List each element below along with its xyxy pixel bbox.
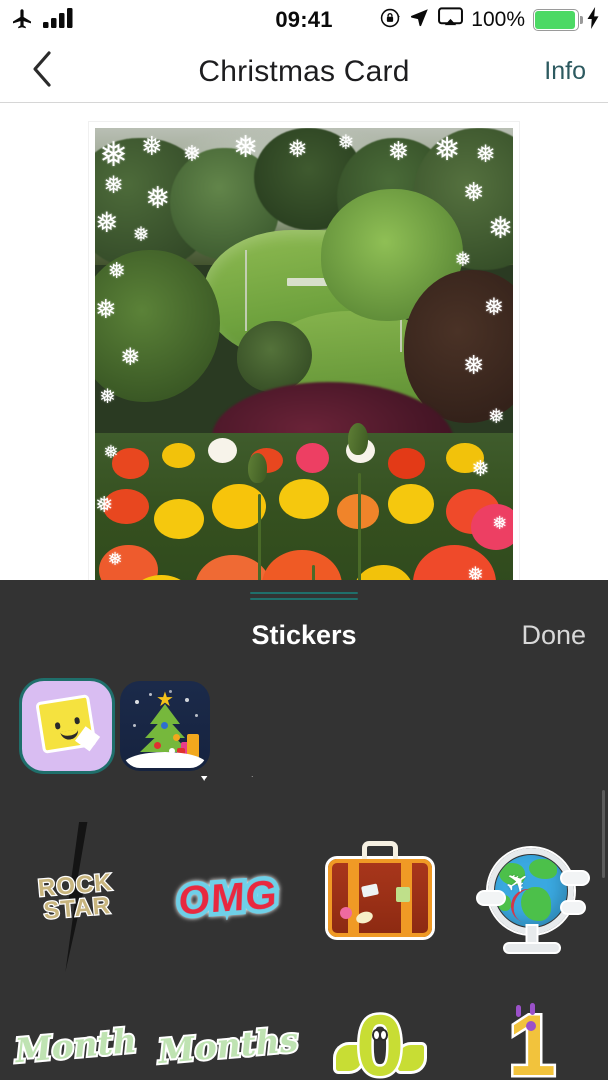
snow-dot xyxy=(133,724,136,727)
tree-ornament xyxy=(161,722,168,729)
photo-flower xyxy=(387,448,426,479)
sticker-rock-star[interactable]: ROCK STAR xyxy=(0,822,152,972)
sticker-pack-christmas-tree[interactable]: ★ xyxy=(120,681,210,771)
photo-stem xyxy=(312,564,316,580)
photo-lamp-post xyxy=(245,249,248,332)
panel-title: Stickers xyxy=(251,619,357,650)
cloud-icon xyxy=(562,902,584,913)
drag-handle-line xyxy=(250,592,358,594)
photo-poppy-bud xyxy=(247,453,267,484)
photo-flower xyxy=(471,503,513,550)
status-bar-clock: 09:41 xyxy=(275,7,333,32)
sticker-omg[interactable]: OMG xyxy=(152,828,304,968)
heart-icon: ♥ xyxy=(248,776,256,780)
sticker-blank[interactable] xyxy=(0,776,152,812)
sticker-pack-row: ★ xyxy=(0,676,608,776)
sticker-panel: Stickers Done ★ ♥ ROCK STAR OMG ✈ Month … xyxy=(0,580,608,1080)
photo-flower xyxy=(387,483,434,525)
sticky-note-icon xyxy=(35,694,97,754)
rotation-lock-icon xyxy=(379,7,401,34)
status-bar-right: 100% xyxy=(379,0,600,40)
suitcase-icon xyxy=(328,841,432,937)
sticker-label: Months xyxy=(154,1018,301,1073)
photo-flower xyxy=(278,478,330,520)
sticker-label: OMG xyxy=(173,868,283,928)
sticker-label: ROCK STAR xyxy=(35,868,114,926)
photo-flower xyxy=(153,498,204,540)
sticker-hearts-script[interactable]: y ♥ ♥ ♥ xyxy=(152,776,304,812)
photo-image: ❅ ❅ ❅ ❅ ❅ ❅ ❅ ❅ ❅ ❅ ❅ ❅ ❅ ❅ ❅ ❅ ❅ ❅ ❅ ❅ xyxy=(95,128,513,580)
battery-icon xyxy=(533,9,583,31)
photo-flower xyxy=(111,448,150,479)
globe-icon: ✈ xyxy=(478,844,588,952)
snow-dot xyxy=(149,693,152,696)
sticker-pack-sticky-note[interactable] xyxy=(22,681,112,771)
page-title: Christmas Card xyxy=(198,54,410,88)
cloud-icon xyxy=(478,892,504,904)
snow-dot xyxy=(135,700,139,704)
sticker-number-zero-fish[interactable]: 0 xyxy=(304,976,456,1080)
drag-handle-line xyxy=(250,598,358,600)
sticker-row: ROCK STAR OMG ✈ xyxy=(0,822,608,972)
sticker-row: Month Months 0 1 xyxy=(0,976,608,1080)
photo-frame: ❅ ❅ ❅ ❅ ❅ ❅ ❅ ❅ ❅ ❅ ❅ ❅ ❅ ❅ ❅ ❅ ❅ ❅ ❅ ❅ xyxy=(89,122,519,580)
photo-flower xyxy=(446,442,484,474)
sticker-row: y ♥ ♥ ♥ Baby GIRL xyxy=(0,776,608,812)
sticker-suitcase[interactable] xyxy=(304,828,456,968)
photo-shrub xyxy=(95,249,221,403)
photo-poppy-bud xyxy=(347,422,368,455)
sticker-navy-script[interactable]: Baby xyxy=(304,776,456,812)
cloud-icon xyxy=(562,872,588,884)
charging-bolt-icon xyxy=(587,6,600,34)
sticker-girl[interactable]: GIRL xyxy=(456,776,608,812)
panel-header: Stickers Done xyxy=(0,610,608,660)
status-bar: 09:41 100% xyxy=(0,0,608,40)
photo-stem xyxy=(258,493,262,580)
done-button[interactable]: Done xyxy=(521,610,586,660)
photo-stem xyxy=(358,473,362,580)
sticker-label: Month xyxy=(12,1019,141,1072)
snow-dot xyxy=(195,714,198,717)
battery-percent-label: 100% xyxy=(471,8,525,31)
sticker-globe[interactable]: ✈ xyxy=(456,828,608,968)
photo-canvas[interactable]: ❅ ❅ ❅ ❅ ❅ ❅ ❅ ❅ ❅ ❅ ❅ ❅ ❅ ❅ ❅ ❅ ❅ ❅ ❅ ❅ xyxy=(0,104,608,580)
sticker-number-one-giraffe[interactable]: 1 xyxy=(456,976,608,1080)
info-button[interactable]: Info xyxy=(544,40,586,103)
sticker-grid[interactable]: y ♥ ♥ ♥ Baby GIRL ROCK STAR xyxy=(0,776,608,1080)
sticker-month[interactable]: Month xyxy=(0,976,152,1080)
luggage-tag xyxy=(340,907,352,919)
screen-mirroring-icon xyxy=(438,7,464,33)
photo-bench xyxy=(287,277,330,286)
sticker-editor-screen: 09:41 100% Christmas Card Info ❅ ❅ ❅ ❅ ❅… xyxy=(0,0,608,1080)
location-arrow-icon xyxy=(409,7,430,33)
tree-ornament xyxy=(173,734,180,741)
heart-icon: ♥ xyxy=(200,776,209,784)
tree-ornament xyxy=(154,742,161,749)
sticker-months[interactable]: Months xyxy=(152,976,304,1080)
navigation-bar: Christmas Card Info xyxy=(0,40,608,103)
panel-drag-handle[interactable] xyxy=(250,592,358,604)
luggage-tag xyxy=(396,887,410,902)
snow-dot xyxy=(185,698,189,702)
luggage-tag xyxy=(361,883,379,898)
